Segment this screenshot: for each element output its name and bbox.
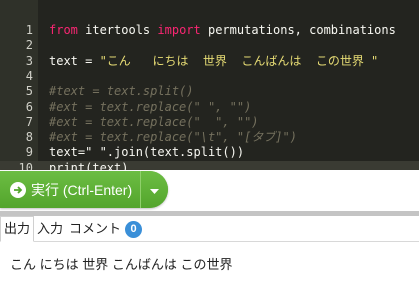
code-token: print(text) [49,161,129,170]
code-text: #ext = text.replace(" ", "") [49,100,251,115]
tab-input[interactable]: 入力 [34,217,66,241]
line-number: 2 [25,38,33,52]
play-circle-icon [10,181,26,198]
code-text: from itertools import permutations, comb… [49,23,396,38]
tab-comments[interactable]: コメント 0 [66,217,145,241]
code-token: #text = text.split() [49,84,194,98]
code-token: #ext = text.replace(" ", "") [49,100,252,114]
run-button[interactable]: 実行 (Ctrl-Enter) [0,171,140,208]
code-line[interactable]: 9 text=" ".join(text.split()) [0,145,419,160]
code-text: text = "こん にちは 世界 こんばんは この世界 " [49,54,378,69]
line-number: 5 [25,84,33,98]
line-number: 4 [25,69,33,83]
line-number: 1 [25,23,33,37]
code-line[interactable]: 8 #ext = text.replace("\t", "[タブ]") [0,130,419,145]
code-text: print(text) [49,161,128,170]
run-button-label: 実行 (Ctrl-Enter) [31,181,133,198]
code-token: #ext = text.replace(" ", "") [49,115,259,129]
code-line[interactable]: 6 #ext = text.replace(" ", "") [0,100,419,115]
code-line[interactable]: 4 [0,69,419,84]
code-text: #text = text.split() [49,84,194,99]
code-token: text = [49,54,100,68]
tab-output[interactable]: 出力 [0,216,35,242]
code-token: from [49,23,78,37]
tab-comments-label: コメント [69,221,122,236]
run-options-button[interactable] [140,171,168,208]
code-line[interactable]: 1 from itertools import permutations, com… [0,23,419,38]
line-number: 9 [25,145,33,159]
code-token: "こん にちは 世界 こんばんは この世界 " [99,54,379,68]
code-line[interactable]: 2 [0,38,419,53]
tab-input-label: 入力 [37,221,64,236]
output-tabs: 出力 入力 コメント 0 [0,216,419,242]
code-token: #ext = text.replace("\t", "[タブ]") [49,130,297,144]
line-number: 7 [25,115,33,129]
line-number: 3 [25,54,33,68]
code-token: import [157,23,201,37]
code-text: #ext = text.replace(" ", "") [49,115,259,130]
line-number: 8 [25,130,33,144]
code-token: text=" ".join(text.split()) [49,145,245,159]
code-token: permutations, combinations [200,23,396,37]
code-line[interactable]: 7 #ext = text.replace(" ", "") [0,115,419,130]
tab-output-label: 出力 [4,221,31,236]
program-output: こん にちは 世界 こんばんは この世界 [10,257,233,272]
line-number: 10 [18,161,33,170]
code-line[interactable]: 3 text = "こん にちは 世界 こんばんは この世界 " [0,54,419,69]
code-text: text=" ".join(text.split()) [49,145,244,160]
code-line[interactable]: 5 #text = text.split() [0,84,419,99]
code-editor[interactable]: 1 from itertools import permutations, com… [0,0,419,170]
comment-count-badge: 0 [125,220,143,238]
run-button-group: 実行 (Ctrl-Enter) [0,171,168,208]
caret-down-icon [150,180,159,199]
code-line[interactable]: 10 print(text) [0,161,419,170]
code-text: #ext = text.replace("\t", "[タブ]") [49,130,297,145]
code-token: itertools [77,23,158,37]
line-number: 6 [25,100,33,114]
